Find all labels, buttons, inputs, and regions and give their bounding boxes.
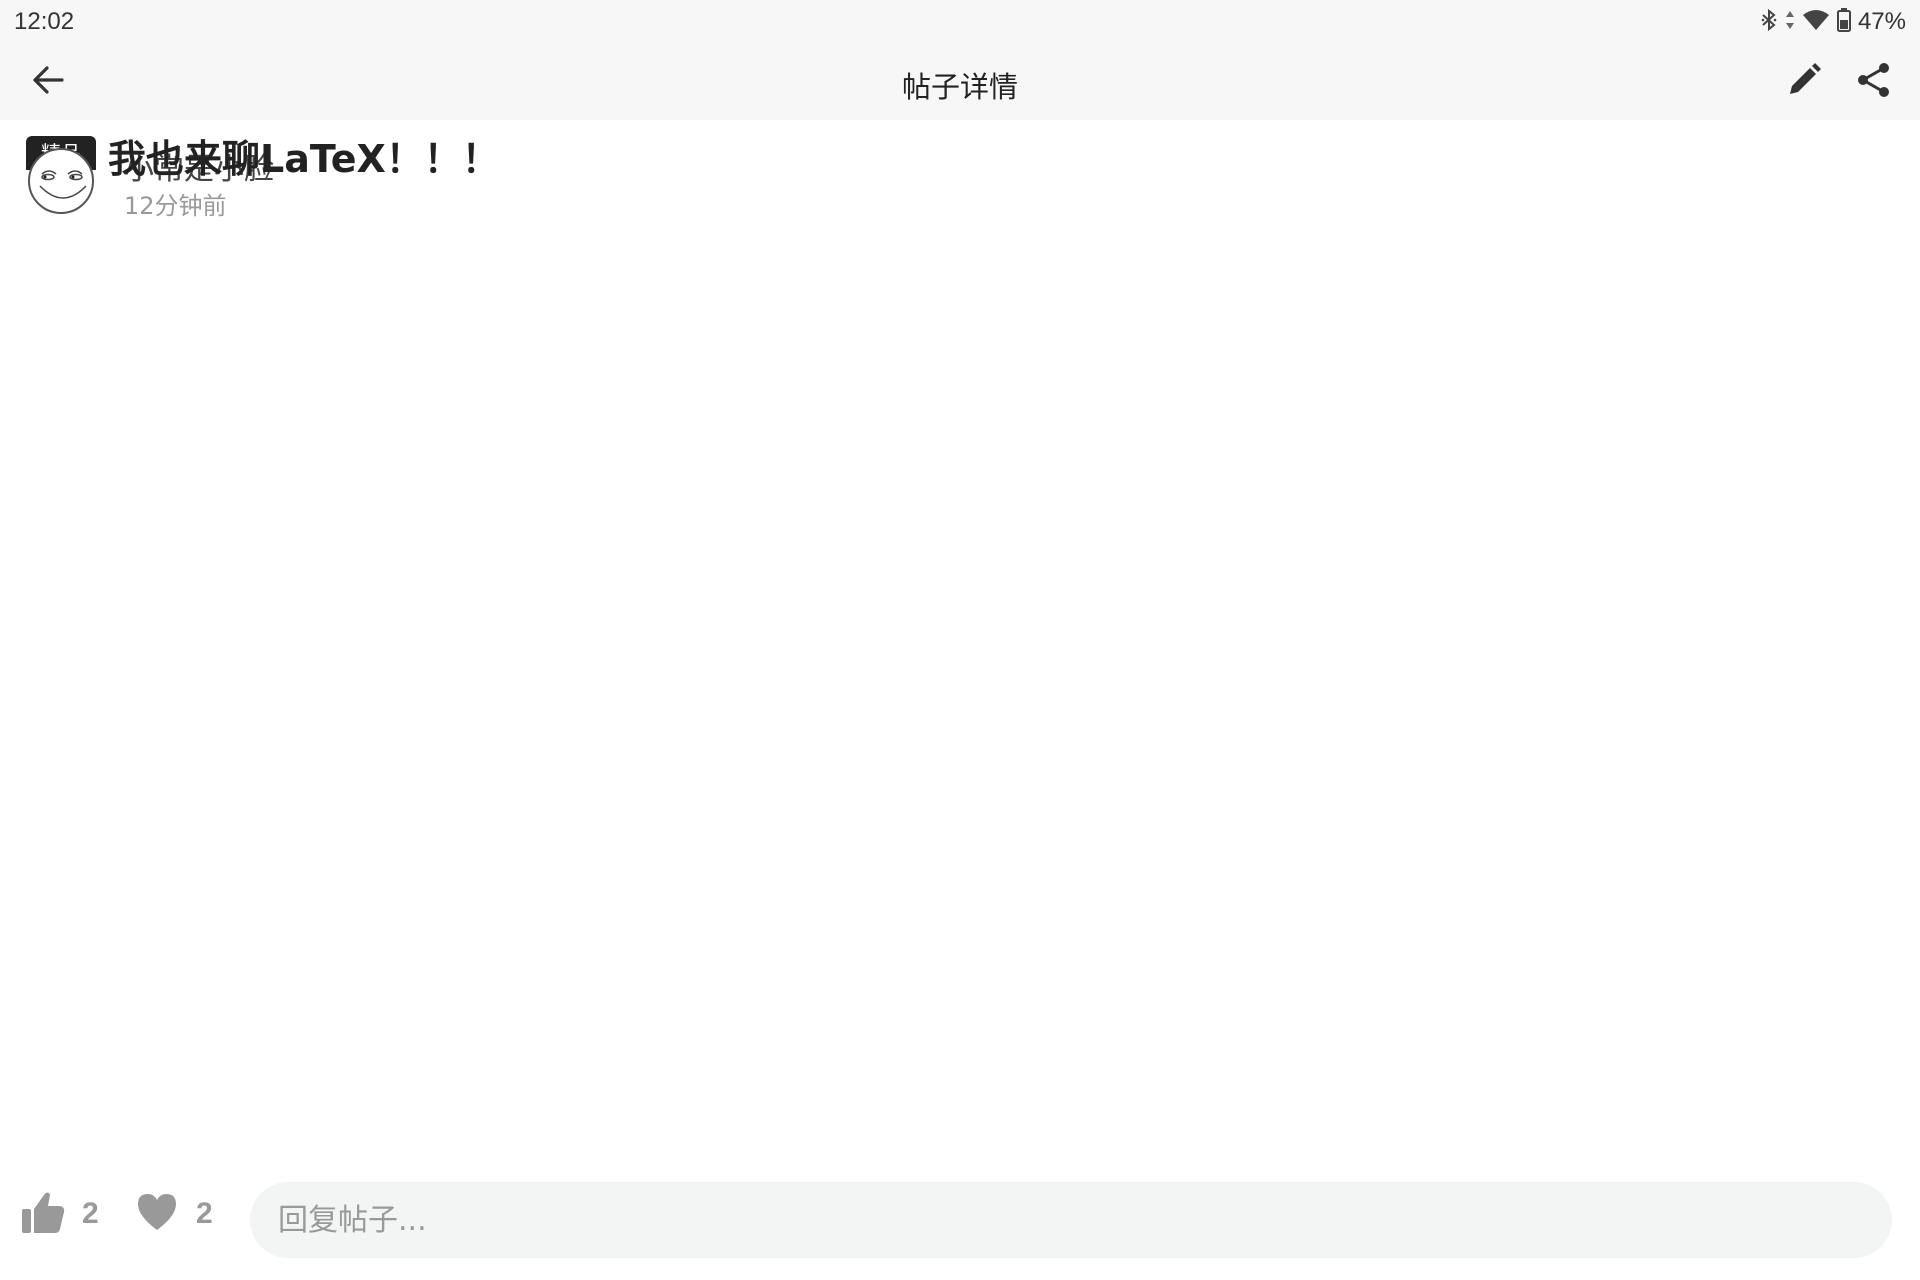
- edit-pencil-icon: [1786, 62, 1822, 102]
- share-button[interactable]: [1850, 58, 1898, 106]
- favorite-count: 2: [196, 1197, 213, 1230]
- reply-input[interactable]: [250, 1182, 1892, 1258]
- status-icons: 47%: [1760, 6, 1906, 38]
- post-title: 我也来聊LaTeX！！！: [108, 137, 500, 181]
- post-timestamp: 12分钟前: [124, 192, 227, 220]
- bottom-action-bar: 2 2: [0, 1170, 1920, 1280]
- thumbs-up-icon: [20, 1189, 66, 1239]
- data-arrows-icon: [1784, 8, 1796, 36]
- like-count: 2: [82, 1197, 99, 1230]
- favorite-button[interactable]: 2: [136, 1186, 213, 1242]
- heart-icon: [136, 1192, 178, 1236]
- bluetooth-icon: [1760, 8, 1778, 36]
- battery-percent: 47%: [1857, 8, 1906, 35]
- post-header: 精品 小常是小脸 我也来聊LaTeX！！！ 12分钟前: [0, 120, 1920, 230]
- page-title: 帖子详情: [901, 70, 1018, 104]
- avatar[interactable]: [28, 148, 94, 214]
- wifi-icon: [1802, 8, 1830, 36]
- status-bar: 12:02 47%: [0, 0, 1920, 44]
- battery-icon: [1836, 7, 1852, 37]
- edit-button[interactable]: [1780, 58, 1828, 106]
- app-bar: 帖子详情: [0, 44, 1920, 120]
- share-icon: [1856, 62, 1892, 102]
- like-button[interactable]: 2: [20, 1186, 99, 1242]
- status-time: 12:02: [14, 8, 75, 35]
